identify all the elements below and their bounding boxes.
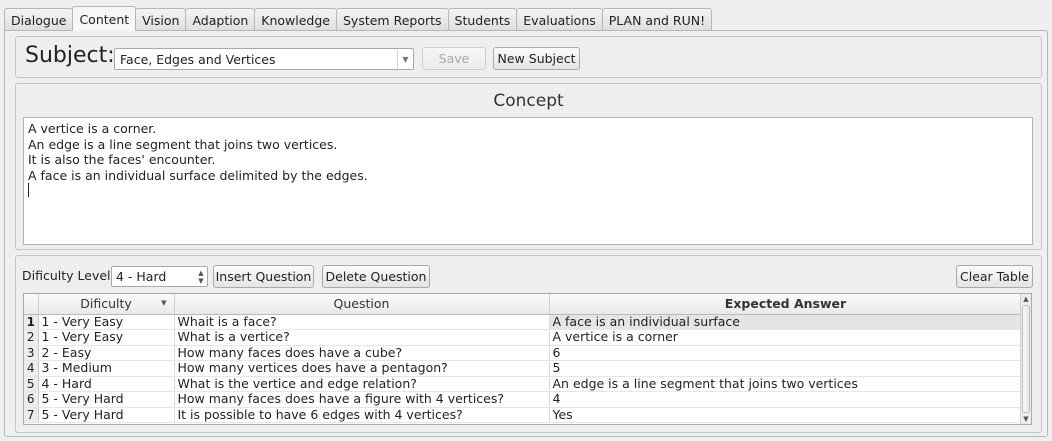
tab-plan-and-run[interactable]: PLAN and RUN! bbox=[601, 8, 713, 31]
difficulty-cell[interactable]: 3 - Medium bbox=[38, 360, 175, 377]
concept-textarea[interactable]: A vertice is a corner. An edge is a line… bbox=[23, 117, 1033, 245]
difficulty-cell[interactable]: 5 - Very Hard bbox=[38, 407, 175, 423]
questions-group: Dificulty Level 4 - Hard ▲ ▼ Insert Quest… bbox=[15, 255, 1042, 433]
tab-vision[interactable]: Vision bbox=[135, 8, 187, 31]
difficulty-cell[interactable]: 1 - Very Easy bbox=[38, 314, 175, 330]
row-number[interactable]: 5 bbox=[24, 376, 39, 392]
tab-knowledge[interactable]: Knowledge bbox=[254, 8, 337, 31]
concept-group: Concept A vertice is a corner. An edge i… bbox=[15, 83, 1042, 250]
tab-students[interactable]: Students bbox=[447, 8, 518, 31]
answer-cell[interactable]: Yes bbox=[549, 407, 1023, 423]
chevron-down-icon[interactable]: ▼ bbox=[397, 49, 413, 69]
concept-line: A vertice is a corner. bbox=[28, 121, 157, 136]
subject-combobox[interactable]: Face, Edges and Vertices ▼ bbox=[114, 48, 414, 70]
text-caret bbox=[28, 183, 29, 197]
question-cell[interactable]: Whait is a face? bbox=[174, 314, 550, 330]
row-number[interactable]: 7 bbox=[24, 407, 39, 423]
clear-table-button[interactable]: Clear Table bbox=[956, 265, 1033, 288]
question-cell[interactable]: How many faces does have a cube? bbox=[174, 345, 550, 361]
difficulty-cell[interactable]: 5 - Very Hard bbox=[38, 391, 175, 408]
scrollbar-thumb[interactable] bbox=[1022, 305, 1030, 413]
concept-line: A face is an individual surface delimite… bbox=[28, 167, 368, 183]
concept-line: It is also the faces' encounter. bbox=[28, 152, 216, 167]
row-number[interactable]: 4 bbox=[24, 360, 39, 377]
scroll-down-icon[interactable]: ▼ bbox=[1021, 414, 1031, 424]
question-cell[interactable]: What is the vertice and edge relation? bbox=[174, 376, 550, 392]
answer-cell[interactable]: 5 bbox=[549, 360, 1023, 377]
difficulty-level-value: 4 - Hard bbox=[116, 269, 167, 284]
table-row[interactable]: 5 4 - Hard What is the vertice and edge … bbox=[24, 376, 1023, 392]
table-row[interactable]: 2 1 - Very Easy What is a vertice? A ver… bbox=[24, 329, 1023, 346]
answer-cell[interactable]: 4 bbox=[549, 391, 1023, 408]
question-cell[interactable]: What is a vertice? bbox=[174, 329, 550, 346]
insert-question-button[interactable]: Insert Question bbox=[213, 265, 314, 288]
question-cell[interactable]: How many vertices does have a pentagon? bbox=[174, 360, 550, 377]
difficulty-level-label: Dificulty Level bbox=[22, 268, 111, 283]
difficulty-level-spinbox[interactable]: 4 - Hard ▲ ▼ bbox=[111, 266, 208, 287]
table-vertical-scrollbar[interactable]: ▲ ▼ bbox=[1020, 294, 1031, 424]
save-button[interactable]: Save bbox=[422, 47, 486, 70]
subject-label: Subject: bbox=[25, 43, 115, 68]
table-row[interactable]: 7 5 - Very Hard It is possible to have 6… bbox=[24, 407, 1023, 423]
answer-cell[interactable]: A vertice is a corner bbox=[549, 329, 1023, 346]
difficulty-cell[interactable]: 4 - Hard bbox=[38, 376, 175, 392]
delete-question-button[interactable]: Delete Question bbox=[322, 265, 430, 288]
tab-evaluations[interactable]: Evaluations bbox=[516, 8, 603, 31]
column-header-question[interactable]: Question bbox=[174, 294, 550, 315]
tab-adaption[interactable]: Adaption bbox=[185, 8, 256, 31]
scroll-up-icon[interactable]: ▲ bbox=[1021, 294, 1031, 304]
table-row[interactable]: 4 3 - Medium How many vertices does have… bbox=[24, 360, 1023, 377]
new-subject-button[interactable]: New Subject bbox=[493, 47, 580, 70]
answer-cell[interactable]: An edge is a line segment that joins two… bbox=[549, 376, 1023, 392]
difficulty-cell[interactable]: 2 - Easy bbox=[38, 345, 175, 361]
row-number[interactable]: 6 bbox=[24, 391, 39, 408]
table-row[interactable]: 1 1 - Very Easy Whait is a face? A face … bbox=[24, 314, 1023, 330]
row-number[interactable]: 2 bbox=[24, 329, 39, 346]
tab-system-reports[interactable]: System Reports bbox=[336, 8, 449, 31]
sort-indicator-icon: ▼ bbox=[161, 299, 167, 307]
answer-cell[interactable]: 6 bbox=[549, 345, 1023, 361]
tab-dialogue[interactable]: Dialogue bbox=[4, 8, 74, 31]
subject-group: Subject: Face, Edges and Vertices ▼ Save… bbox=[15, 36, 1042, 78]
question-cell[interactable]: How many faces does have a figure with 4… bbox=[174, 391, 550, 408]
spin-arrows-icon[interactable]: ▲ ▼ bbox=[195, 269, 207, 285]
column-header-expected-answer[interactable]: Expected Answer bbox=[549, 294, 1023, 315]
questions-table[interactable]: Dificulty ▼ Question Expected Answer 1 1 … bbox=[23, 293, 1032, 425]
column-header-difficulty[interactable]: Dificulty ▼ bbox=[38, 294, 175, 315]
concept-line: An edge is a line segment that joins two… bbox=[28, 136, 338, 152]
answer-cell[interactable]: A face is an individual surface bbox=[549, 314, 1023, 330]
tab-bar: Dialogue Content Vision Adaption Knowled… bbox=[4, 6, 713, 31]
table-row[interactable]: 3 2 - Easy How many faces does have a cu… bbox=[24, 345, 1023, 361]
table-row[interactable]: 6 5 - Very Hard How many faces does have… bbox=[24, 391, 1023, 408]
row-number[interactable]: 1 bbox=[24, 314, 39, 330]
row-number[interactable]: 3 bbox=[24, 345, 39, 361]
question-cell[interactable]: It is possible to have 6 edges with 4 ve… bbox=[174, 407, 550, 423]
table-corner bbox=[24, 294, 39, 315]
difficulty-cell[interactable]: 1 - Very Easy bbox=[38, 329, 175, 346]
concept-title: Concept bbox=[493, 91, 564, 111]
content-tab-panel: Subject: Face, Edges and Vertices ▼ Save… bbox=[4, 30, 1048, 437]
tab-content[interactable]: Content bbox=[72, 6, 137, 31]
subject-combobox-value: Face, Edges and Vertices bbox=[120, 51, 276, 67]
